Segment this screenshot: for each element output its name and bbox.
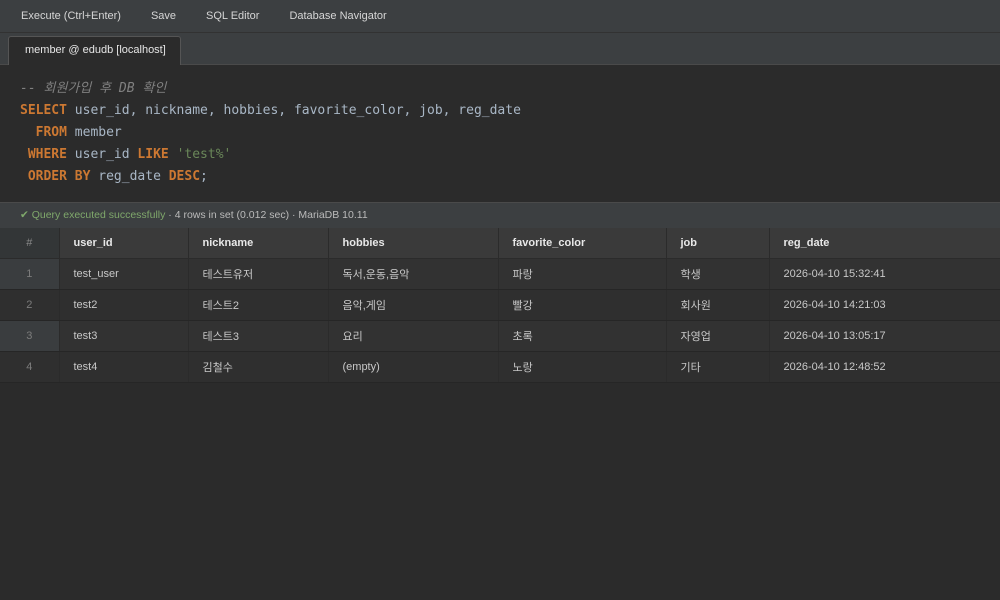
sql-text: user_id xyxy=(66,147,138,162)
success-message: ✔ Query executed successfully xyxy=(20,209,166,221)
code-line-order-by: ORDER BY reg_date DESC; xyxy=(0,166,1000,188)
save-button[interactable]: Save xyxy=(136,0,191,33)
column-header-reg-date[interactable]: reg_date xyxy=(769,228,1000,259)
sql-editor-button[interactable]: SQL Editor xyxy=(191,0,274,33)
cell-hobbies[interactable]: 음악,게임 xyxy=(328,289,499,321)
column-header-nickname[interactable]: nickname xyxy=(188,228,329,259)
grid-header-row: # user_id nickname hobbies favorite_colo… xyxy=(0,228,1000,259)
sql-keyword: LIKE xyxy=(137,147,169,162)
tab-bar: member @ edudb [localhost] xyxy=(0,33,1000,65)
column-header-user-id[interactable]: user_id xyxy=(59,228,189,259)
cell-reg-date[interactable]: 2026-04-10 14:21:03 xyxy=(769,289,1000,321)
sql-keyword: WHERE xyxy=(27,147,67,162)
sql-space xyxy=(169,147,177,162)
row-number: 2 xyxy=(0,289,60,321)
sql-comment: -- 회원가입 후 DB 확인 xyxy=(20,81,167,96)
sql-editor[interactable]: -- 회원가입 후 DB 확인 SELECT user_id, nickname… xyxy=(0,65,1000,202)
sql-keyword: FROM xyxy=(35,125,67,140)
cell-reg-date[interactable]: 2026-04-10 13:05:17 xyxy=(769,320,1000,352)
sql-indent xyxy=(20,125,36,140)
code-line-where: WHERE user_id LIKE 'test%' xyxy=(0,144,1000,166)
sql-text: ; xyxy=(200,169,208,184)
result-grid: # user_id nickname hobbies favorite_colo… xyxy=(0,228,1000,383)
code-line-from: FROM member xyxy=(0,122,1000,144)
cell-job[interactable]: 기타 xyxy=(666,351,770,383)
cell-nickname[interactable]: 테스트3 xyxy=(188,320,329,352)
sql-indent xyxy=(20,147,28,162)
sql-string: 'test%' xyxy=(176,147,232,162)
query-status-bar: ✔ Query executed successfully · 4 rows i… xyxy=(0,202,1000,228)
status-details: · 4 rows in set (0.012 sec) · MariaDB 10… xyxy=(165,209,368,221)
sql-keyword: SELECT xyxy=(20,103,67,118)
database-navigator-button[interactable]: Database Navigator xyxy=(274,0,401,33)
cell-favorite-color[interactable]: 노랑 xyxy=(498,351,667,383)
cell-job[interactable]: 학생 xyxy=(666,258,770,290)
cell-nickname[interactable]: 테스트유저 xyxy=(188,258,329,290)
cell-hobbies[interactable]: 독서,운동,음악 xyxy=(328,258,499,290)
table-row[interactable]: 3 test3 테스트3 요리 초록 자영업 2026-04-10 13:05:… xyxy=(0,320,1000,352)
sql-text: member xyxy=(66,125,122,140)
column-header-job[interactable]: job xyxy=(666,228,770,259)
cell-user-id[interactable]: test3 xyxy=(59,320,189,352)
cell-favorite-color[interactable]: 빨강 xyxy=(498,289,667,321)
cell-reg-date[interactable]: 2026-04-10 15:32:41 xyxy=(769,258,1000,290)
code-line-select: SELECT user_id, nickname, hobbies, favor… xyxy=(0,100,1000,122)
column-header-favorite-color[interactable]: favorite_color xyxy=(498,228,667,259)
table-row[interactable]: 4 test4 김철수 (empty) 노랑 기타 2026-04-10 12:… xyxy=(0,351,1000,383)
sql-text: reg_date xyxy=(90,169,169,184)
sql-keyword: DESC xyxy=(168,169,201,184)
tab-member-query[interactable]: member @ edudb [localhost] xyxy=(8,36,181,65)
row-number: 4 xyxy=(0,351,60,383)
cell-favorite-color[interactable]: 초록 xyxy=(498,320,667,352)
cell-user-id[interactable]: test4 xyxy=(59,351,189,383)
column-header-hobbies[interactable]: hobbies xyxy=(328,228,499,259)
sql-text: user_id, nickname, hobbies, favorite_col… xyxy=(66,103,521,118)
row-number: 1 xyxy=(0,258,60,290)
cell-reg-date[interactable]: 2026-04-10 12:48:52 xyxy=(769,351,1000,383)
cell-hobbies[interactable]: 요리 xyxy=(328,320,499,352)
sql-keyword: ORDER BY xyxy=(27,169,91,184)
cell-user-id[interactable]: test_user xyxy=(59,258,189,290)
table-row[interactable]: 2 test2 테스트2 음악,게임 빨강 회사원 2026-04-10 14:… xyxy=(0,289,1000,321)
cell-nickname[interactable]: 테스트2 xyxy=(188,289,329,321)
cell-job[interactable]: 자영업 xyxy=(666,320,770,352)
toolbar: Execute (Ctrl+Enter) Save SQL Editor Dat… xyxy=(0,0,1000,33)
rownum-header: # xyxy=(0,228,60,259)
cell-favorite-color[interactable]: 파랑 xyxy=(498,258,667,290)
cell-hobbies[interactable]: (empty) xyxy=(328,351,499,383)
execute-button[interactable]: Execute (Ctrl+Enter) xyxy=(6,0,136,33)
cell-job[interactable]: 회사원 xyxy=(666,289,770,321)
row-number: 3 xyxy=(0,320,60,352)
sql-indent xyxy=(20,169,28,184)
table-row[interactable]: 1 test_user 테스트유저 독서,운동,음악 파랑 학생 2026-04… xyxy=(0,258,1000,290)
code-line-comment: -- 회원가입 후 DB 확인 xyxy=(0,78,1000,100)
cell-user-id[interactable]: test2 xyxy=(59,289,189,321)
cell-nickname[interactable]: 김철수 xyxy=(188,351,329,383)
